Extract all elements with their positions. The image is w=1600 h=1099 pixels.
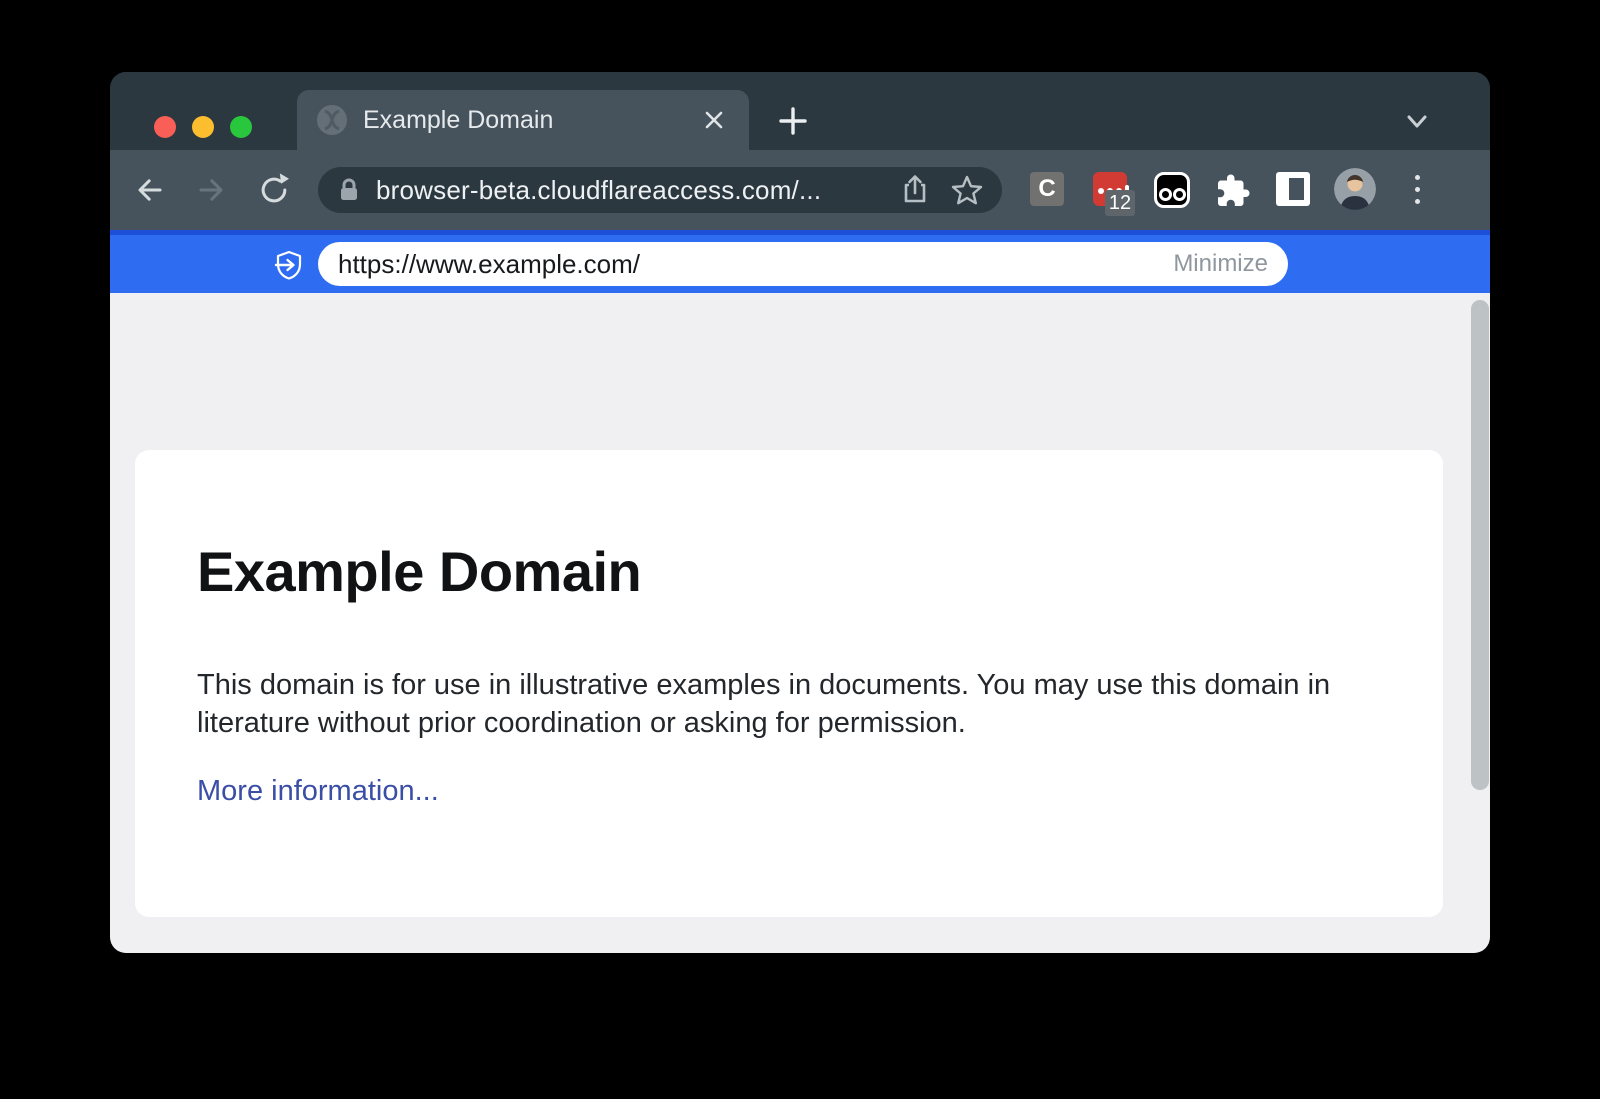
page-heading: Example Domain <box>197 542 641 602</box>
side-panel-icon <box>1289 178 1304 200</box>
content-card: Example Domain This domain is for use in… <box>135 450 1443 917</box>
remote-url-bar[interactable]: Minimize <box>318 242 1288 286</box>
tab-search-button[interactable] <box>1398 102 1436 140</box>
extension-black-button[interactable] <box>1154 172 1190 208</box>
tab-strip: Example Domain <box>110 72 1490 150</box>
zoom-window-button[interactable] <box>230 116 252 138</box>
circle-icon <box>1173 188 1186 201</box>
address-bar-url: browser-beta.cloudflareaccess.com/... <box>376 175 880 206</box>
reload-button[interactable] <box>252 168 296 212</box>
minimize-bar-button[interactable]: Minimize <box>1173 250 1268 278</box>
bookmark-star-icon[interactable] <box>950 173 984 207</box>
circle-icon <box>1159 188 1172 201</box>
tab-title: Example Domain <box>363 106 697 135</box>
extensions-menu-button[interactable] <box>1214 172 1252 210</box>
screen: Example Domain <box>0 0 1600 1099</box>
new-tab-button[interactable] <box>774 102 812 140</box>
extension-red-button[interactable]: 12 <box>1093 172 1127 206</box>
forward-button[interactable] <box>189 168 233 212</box>
share-icon[interactable] <box>898 173 932 207</box>
back-button[interactable] <box>128 168 172 212</box>
lock-icon <box>336 177 362 203</box>
chevron-down-icon <box>1402 106 1432 136</box>
kebab-menu-icon <box>1415 175 1420 180</box>
more-information-link[interactable]: More information... <box>197 775 439 808</box>
extension-c-label: C <box>1038 175 1055 203</box>
tab-close-icon[interactable] <box>697 103 731 137</box>
forward-arrow-icon <box>191 170 231 210</box>
extension-c-button[interactable]: C <box>1030 172 1064 206</box>
side-panel-button[interactable] <box>1276 172 1310 206</box>
close-window-button[interactable] <box>154 116 176 138</box>
reload-icon <box>254 170 294 210</box>
scrollbar-thumb[interactable] <box>1471 300 1489 790</box>
puzzle-piece-icon <box>1215 173 1251 209</box>
shield-arrow-icon <box>273 249 305 281</box>
profile-avatar[interactable] <box>1334 168 1376 210</box>
back-arrow-icon <box>130 170 170 210</box>
browser-menu-button[interactable] <box>1400 168 1434 210</box>
remote-url-input[interactable] <box>338 249 1157 280</box>
address-bar[interactable]: browser-beta.cloudflareaccess.com/... <box>318 167 1002 213</box>
tab-example-domain[interactable]: Example Domain <box>297 90 749 150</box>
page-viewport: Example Domain This domain is for use in… <box>110 293 1490 953</box>
page-paragraph: This domain is for use in illustrative e… <box>197 666 1347 742</box>
plus-icon <box>778 106 808 136</box>
minimize-window-button[interactable] <box>192 116 214 138</box>
avatar-photo-icon <box>1334 168 1376 210</box>
toolbar: browser-beta.cloudflareaccess.com/... C … <box>110 150 1490 230</box>
globe-favicon-icon <box>315 103 349 137</box>
remote-browser-bar: Minimize <box>110 230 1490 293</box>
extension-badge: 12 <box>1105 190 1135 216</box>
browser-window: Example Domain <box>110 72 1490 953</box>
